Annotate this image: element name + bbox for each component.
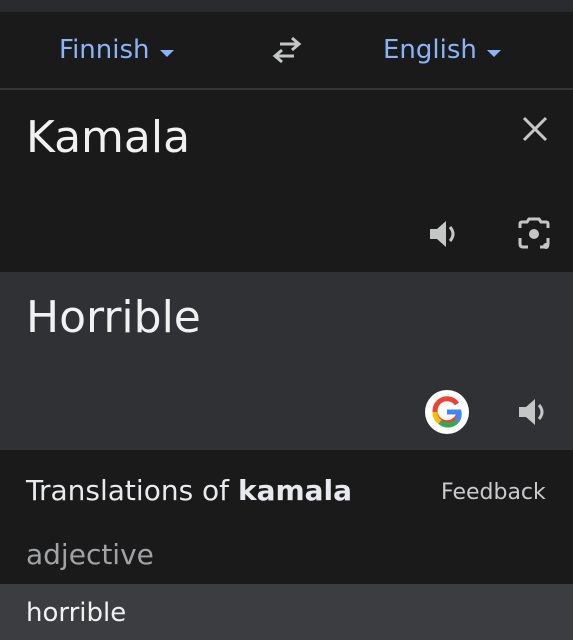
swap-arrows-icon — [272, 36, 302, 64]
translate-app: Finnish English Kamala Horrible Translat… — [0, 0, 573, 640]
language-bar: Finnish English — [0, 12, 573, 88]
clear-input-button[interactable] — [518, 112, 552, 146]
google-search-button[interactable] — [425, 390, 469, 434]
speaker-icon — [430, 221, 455, 247]
source-text-input[interactable]: Kamala — [26, 112, 190, 163]
target-language-button[interactable]: English — [383, 12, 501, 88]
camera-button[interactable] — [516, 216, 552, 252]
dictionary-panel: Translations of kamala Feedback adjectiv… — [0, 450, 573, 640]
caret-down-icon — [486, 49, 501, 57]
target-language-label: English — [383, 35, 477, 65]
source-language-label: Finnish — [59, 35, 150, 65]
dictionary-title: Translations of kamala — [26, 474, 352, 507]
swap-languages-button[interactable] — [268, 34, 306, 66]
dictionary-title-prefix: Translations of — [26, 474, 238, 507]
translation-entry-row[interactable]: horrible — [0, 584, 573, 640]
part-of-speech-label: adjective — [26, 538, 154, 571]
translation-entry-text: horrible — [26, 598, 127, 628]
speaker-icon — [519, 399, 544, 425]
listen-source-button[interactable] — [428, 218, 464, 250]
output-panel: Horrible — [0, 272, 573, 450]
dictionary-title-word: kamala — [237, 474, 353, 507]
feedback-link[interactable]: Feedback — [441, 480, 546, 505]
close-icon — [522, 116, 548, 142]
source-language-button[interactable]: Finnish — [59, 12, 174, 88]
camera-icon — [518, 217, 550, 249]
caret-down-icon — [159, 49, 174, 57]
listen-translation-button[interactable] — [517, 396, 553, 428]
translation-result: Horrible — [26, 292, 201, 343]
status-strip — [0, 0, 573, 12]
input-panel: Kamala — [0, 90, 573, 272]
google-g-icon — [432, 396, 462, 428]
